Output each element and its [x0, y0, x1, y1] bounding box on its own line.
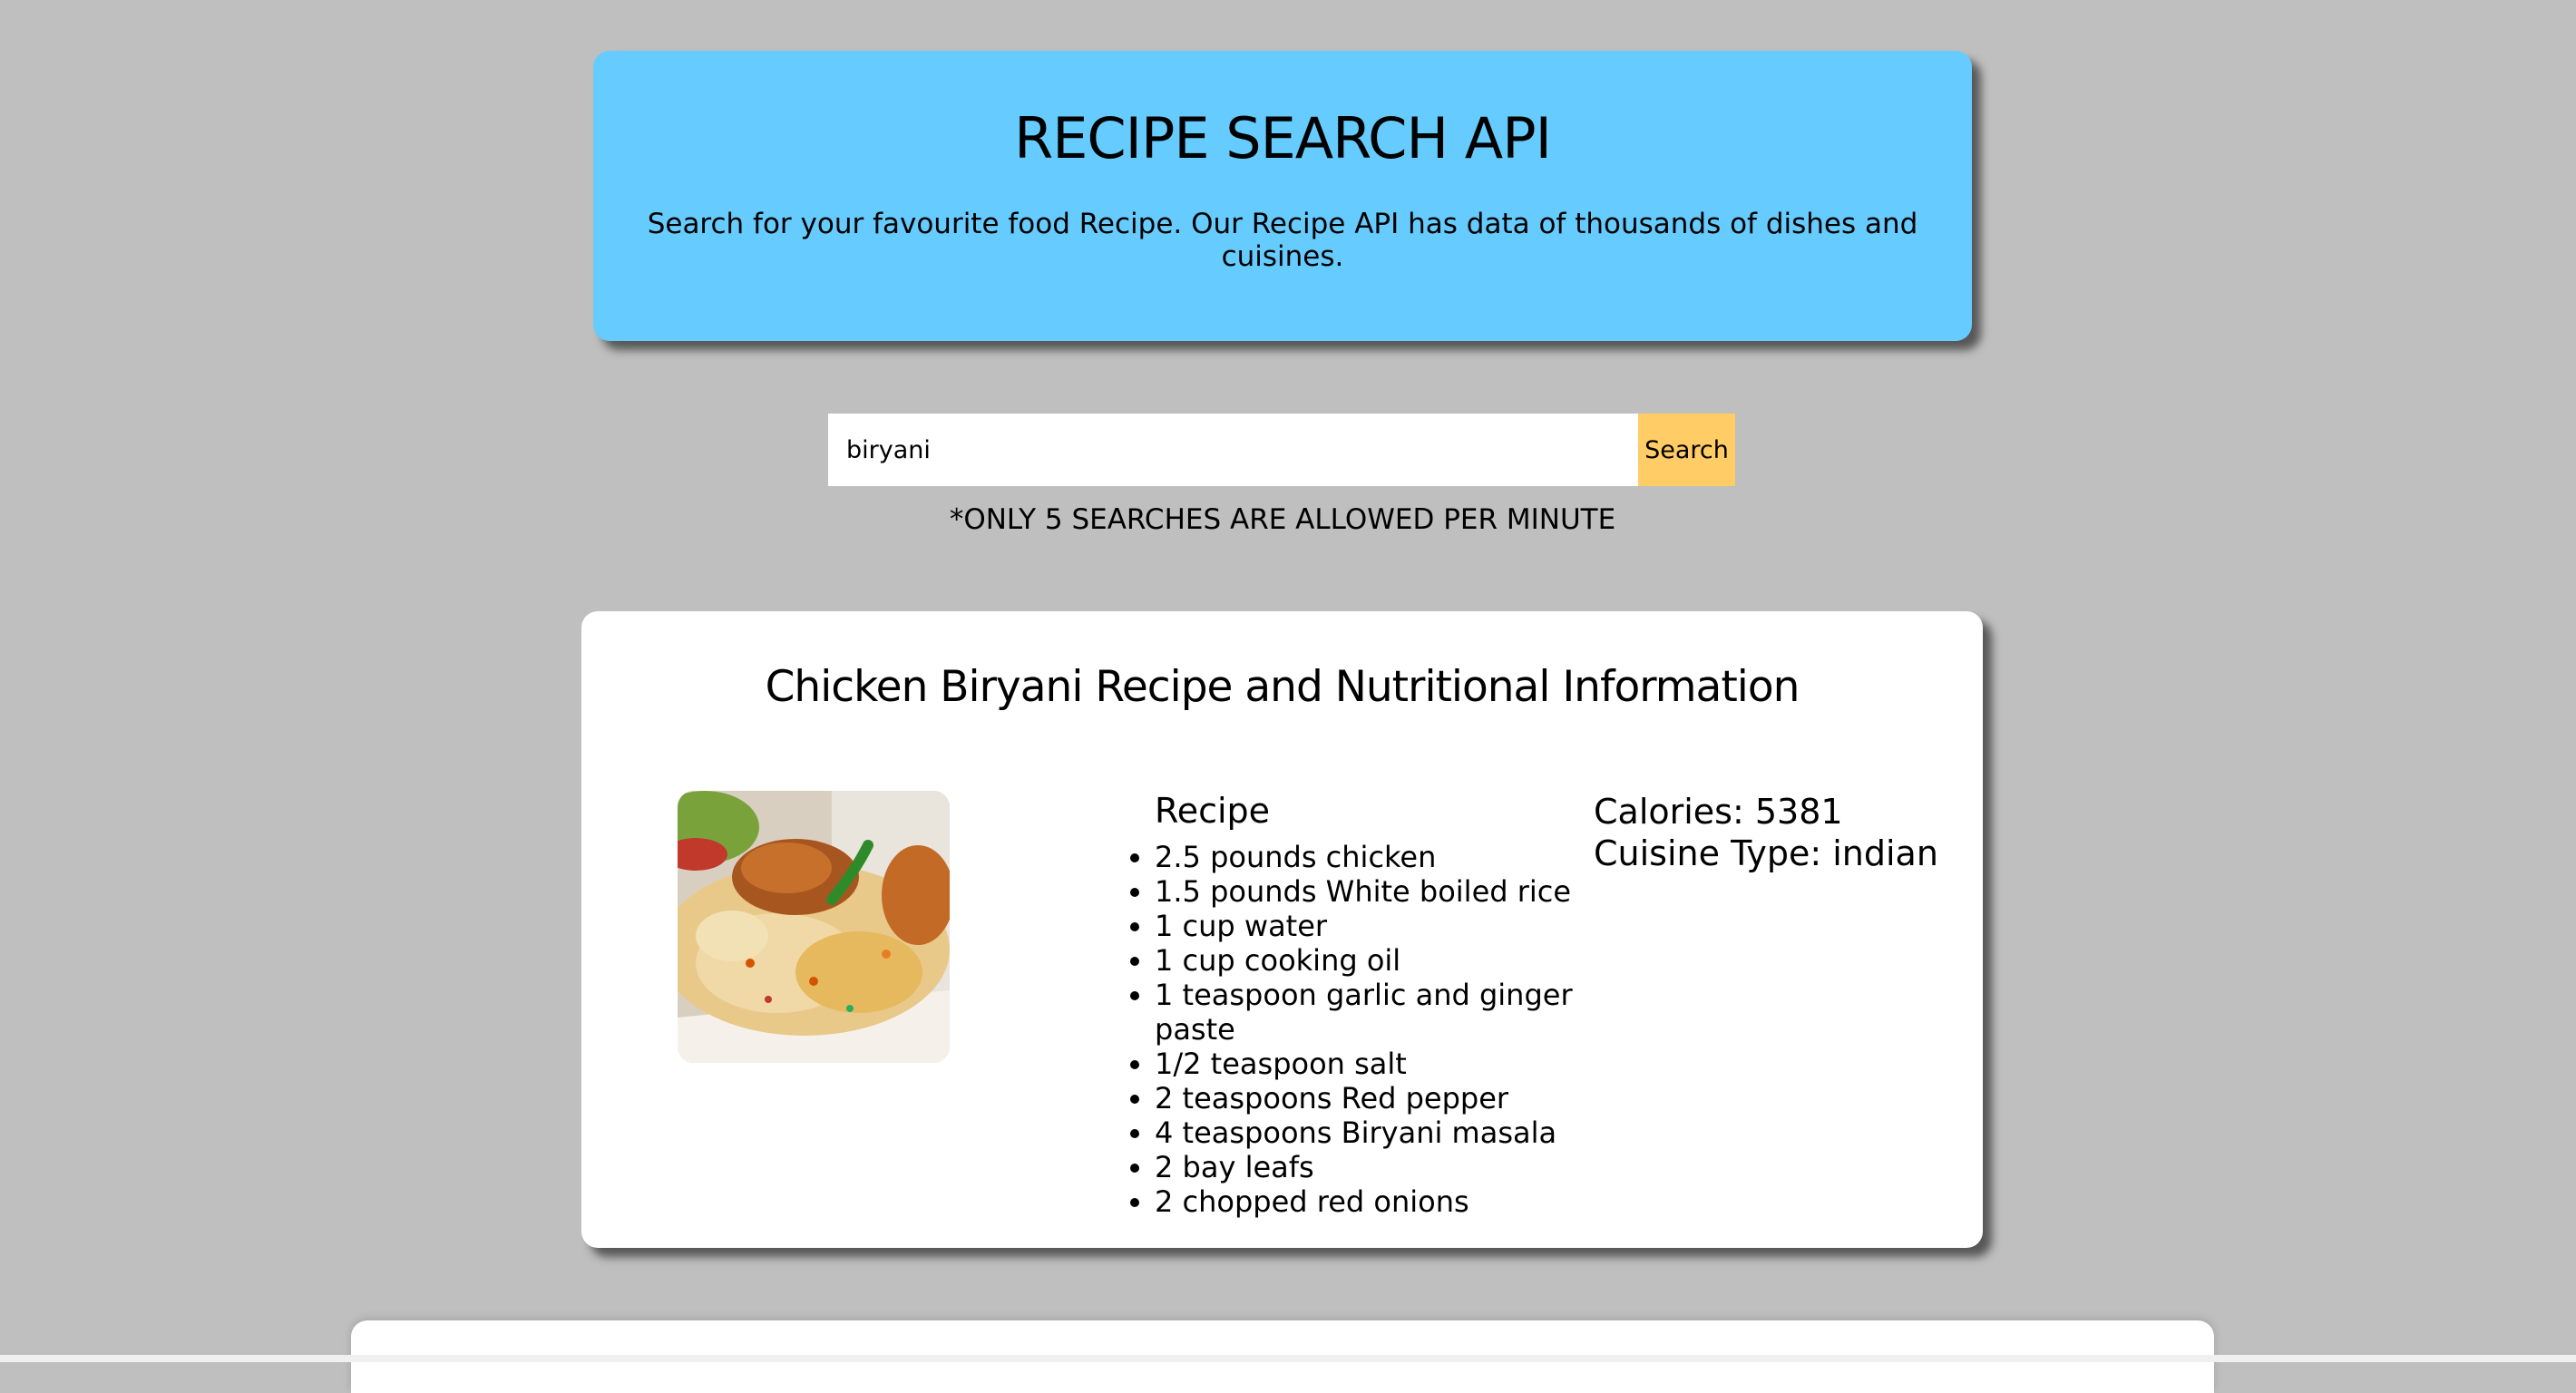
- dish-image: [678, 791, 950, 1063]
- recipe-heading: Recipe: [1155, 791, 1271, 831]
- bottom-strip: [0, 1355, 2576, 1362]
- ingredient-item: 1 cup cooking oil: [1155, 943, 1590, 978]
- ingredient-item: 2.5 pounds chicken: [1155, 840, 1590, 874]
- recipe-result-card: Chicken Biryani Recipe and Nutritional I…: [581, 611, 1983, 1248]
- ingredient-item: 1.5 pounds White boiled rice: [1155, 874, 1590, 909]
- header-card: RECIPE SEARCH API Search for your favour…: [593, 51, 1972, 341]
- ingredient-item: 2 teaspoons Red pepper: [1155, 1081, 1590, 1115]
- calories-value: Calories: 5381: [1594, 792, 1843, 832]
- recipe-section: Recipe 2.5 pounds chicken 1.5 pounds Whi…: [1118, 791, 1590, 1219]
- ingredient-item: 1 teaspoon garlic and ginger paste: [1155, 978, 1590, 1047]
- ingredient-item: 1 cup water: [1155, 909, 1590, 943]
- ingredient-item: 2 chopped red onions: [1155, 1184, 1590, 1219]
- search-button[interactable]: Search: [1638, 414, 1735, 486]
- nutrition-section: Calories: 5381 Cuisine Type: indian: [1594, 791, 1956, 874]
- search-bar: Search: [828, 414, 1735, 486]
- ingredient-item: 1/2 teaspoon salt: [1155, 1047, 1590, 1081]
- cuisine-type: Cuisine Type: indian: [1594, 833, 1938, 873]
- search-input[interactable]: [828, 414, 1638, 486]
- page-subtitle: Search for your favourite food Recipe. O…: [647, 208, 1918, 273]
- search-limit-note: *ONLY 5 SEARCHES ARE ALLOWED PER MINUTE: [949, 503, 1616, 536]
- ingredient-list: 2.5 pounds chicken 1.5 pounds White boil…: [1118, 840, 1590, 1219]
- recipe-title: Chicken Biryani Recipe and Nutritional I…: [765, 662, 1800, 712]
- ingredient-item: 2 bay leafs: [1155, 1150, 1590, 1184]
- ingredient-item: 4 teaspoons Biryani masala: [1155, 1115, 1590, 1150]
- page-title: RECIPE SEARCH API: [1014, 105, 1552, 171]
